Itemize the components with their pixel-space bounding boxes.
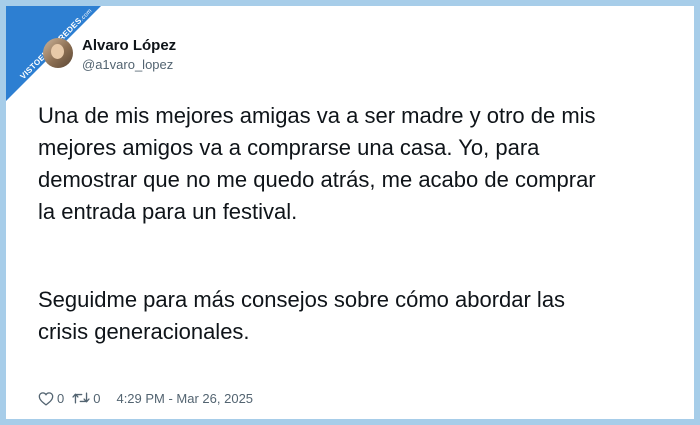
author-handle[interactable]: @a1varo_lopez <box>82 57 173 72</box>
heart-icon <box>38 391 54 406</box>
like-button[interactable]: 0 <box>38 391 64 406</box>
retweet-button[interactable]: 0 <box>72 391 100 406</box>
retweet-icon <box>72 392 90 404</box>
tweet-paragraph-1: Una de mis mejores amigas va a ser madre… <box>38 103 596 224</box>
retweet-count: 0 <box>93 390 101 406</box>
tweet-paragraph-2: Seguidme para más consejos sobre cómo ab… <box>38 287 566 344</box>
tweet-card: VISTOENLASREDES.com Alvaro López @a1varo… <box>6 6 694 419</box>
tweet-meta: 0 0 4:29 PM - Mar 26, 2025 <box>38 389 253 407</box>
avatar-face <box>51 44 64 59</box>
like-count: 0 <box>57 390 65 406</box>
author-name[interactable]: Alvaro López <box>82 37 176 54</box>
tweet-timestamp[interactable]: 4:29 PM - Mar 26, 2025 <box>116 391 253 406</box>
avatar[interactable] <box>43 38 73 68</box>
